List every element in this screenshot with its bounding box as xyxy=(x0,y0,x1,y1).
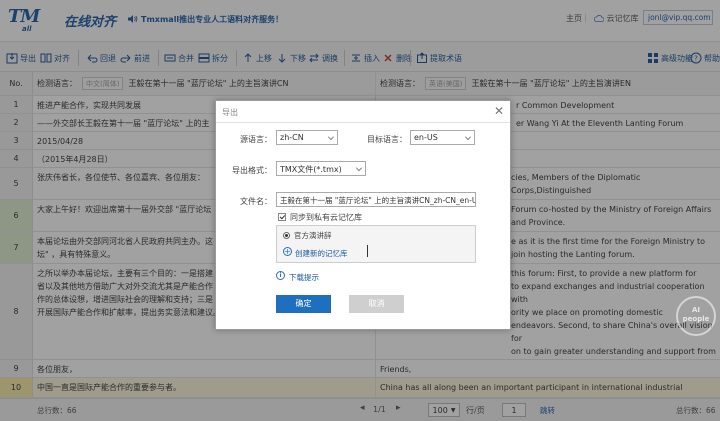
target-language-label: 目标语言： xyxy=(367,135,407,144)
export-format-value: TMX文件(*.tmx) xyxy=(280,165,342,174)
filename-label: 文件名： xyxy=(240,197,272,206)
source-language-label: 源语言： xyxy=(240,135,272,144)
memory-list: 官方演讲辞 + 创建新的记忆库 xyxy=(276,225,476,263)
create-tm-link[interactable]: 创建新的记忆库 xyxy=(295,248,348,259)
sync-checkbox[interactable] xyxy=(278,213,286,221)
confirm-button[interactable]: 确定 xyxy=(276,295,331,313)
export-format-label: 导出格式： xyxy=(232,166,272,175)
tm-option-label[interactable]: 官方演讲辞 xyxy=(294,230,332,241)
source-language-select[interactable]: zh-CN xyxy=(276,130,338,145)
watermark-line1: AI xyxy=(691,306,701,314)
info-icon: i xyxy=(276,271,285,280)
dialog-title-bar: 导出 ✕ xyxy=(216,101,510,123)
download-tip-link[interactable]: 下载提示 xyxy=(289,272,319,283)
add-icon: + xyxy=(283,247,292,256)
target-language-value: en-US xyxy=(414,133,438,142)
chevron-down-icon xyxy=(356,165,362,171)
close-icon[interactable]: ✕ xyxy=(494,104,504,118)
target-language-select[interactable]: en-US xyxy=(410,130,475,145)
dialog-title: 导出 xyxy=(222,108,238,117)
filename-value: 王毅在第十一届 "蓝厅论坛" 上的主旨演讲CN_zh-CN_en-U xyxy=(280,196,476,205)
chevron-down-icon xyxy=(328,134,334,140)
watermark-logo: AI people xyxy=(676,296,716,336)
text-cursor xyxy=(367,245,368,257)
cancel-button[interactable]: 取消 xyxy=(349,295,404,313)
watermark-line2: people xyxy=(682,315,710,323)
export-dialog: 导出 ✕ 源语言： zh-CN 目标语言： en-US 导出格式： TMX文件(… xyxy=(215,100,511,330)
chevron-down-icon xyxy=(465,134,471,140)
filename-input[interactable]: 王毅在第十一届 "蓝厅论坛" 上的主旨演讲CN_zh-CN_en-U xyxy=(276,192,476,207)
tm-radio[interactable] xyxy=(283,232,290,239)
export-format-select[interactable]: TMX文件(*.tmx) xyxy=(276,161,366,176)
sync-label: 同步到私有云记忆库 xyxy=(290,213,362,222)
source-language-value: zh-CN xyxy=(280,133,304,142)
